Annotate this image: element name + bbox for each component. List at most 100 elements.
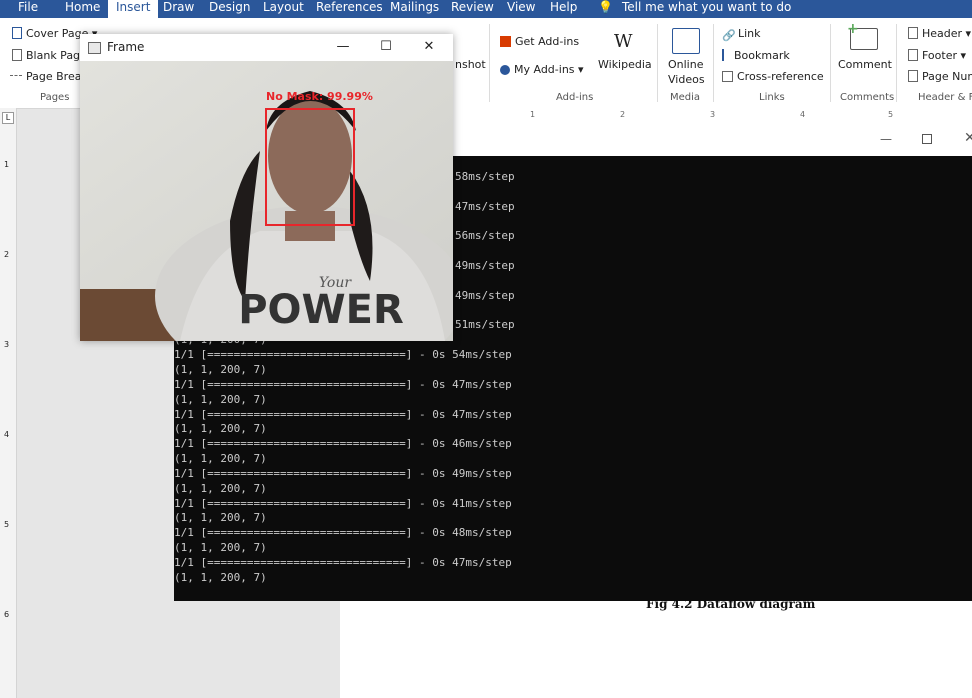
- console-line: 1/1 [==============================] - 0…: [174, 466, 512, 480]
- frame-titlebar[interactable]: Frame — ☐ ✕: [80, 34, 453, 61]
- cross-reference-button[interactable]: Cross-reference: [722, 70, 824, 83]
- console-line: (1, 1, 200, 7): [174, 541, 267, 555]
- my-addins-label: My Add-ins: [514, 63, 575, 76]
- cover-page-label: Cover Page: [26, 27, 89, 40]
- ruler-number: 4: [800, 110, 806, 119]
- footer-icon: [908, 49, 918, 61]
- group-links-label: Links: [759, 92, 785, 103]
- menu-home[interactable]: Home: [65, 0, 100, 18]
- ribbon-separator: [713, 24, 714, 102]
- menu-references[interactable]: References: [316, 0, 383, 18]
- console-line: (1, 1, 200, 7): [174, 452, 267, 466]
- detection-label: No Mask: 99.99%: [266, 90, 373, 103]
- header-button[interactable]: Header ▾: [908, 27, 971, 40]
- group-header-footer-label: Header & Fo: [918, 92, 972, 103]
- wikipedia-button[interactable]: Wikipedia: [598, 58, 652, 71]
- camera-feed: POWER Your No Mask: 99.99%: [80, 61, 453, 341]
- ribbon-separator: [896, 24, 897, 102]
- cross-reference-icon: [722, 71, 733, 82]
- page-number-button[interactable]: Page Num: [908, 70, 972, 83]
- bookmark-button[interactable]: Bookmark: [722, 49, 790, 62]
- menu-mailings[interactable]: Mailings: [390, 0, 439, 18]
- console-line: (1, 1, 200, 7): [174, 511, 267, 525]
- menu-design[interactable]: Design: [209, 0, 250, 18]
- menu-file[interactable]: File: [18, 0, 38, 18]
- comment-icon: +: [847, 21, 878, 50]
- maximize-icon[interactable]: ☐: [374, 38, 398, 56]
- link-label: Link: [738, 27, 761, 40]
- menu-review[interactable]: Review: [451, 0, 494, 18]
- cross-reference-label: Cross-reference: [737, 70, 824, 83]
- comment-button[interactable]: Comment: [838, 58, 892, 71]
- lightbulb-icon: 💡: [598, 0, 613, 14]
- wikipedia-icon: W: [614, 31, 633, 52]
- header-label: Header: [922, 27, 963, 40]
- shirt-script: Your: [319, 275, 352, 291]
- console-line: (1, 1, 200, 7): [174, 422, 267, 436]
- bookmark-label: Bookmark: [734, 49, 790, 62]
- blank-page-button[interactable]: Blank Page: [12, 49, 87, 62]
- ruler-number: 2: [620, 110, 626, 119]
- ruler-number: 4: [4, 430, 10, 439]
- plus-icon: +: [847, 21, 859, 37]
- page-break-label: Page Break: [26, 70, 88, 83]
- console-line: (1, 1, 200, 7): [174, 481, 267, 495]
- minimize-icon[interactable]: —: [331, 38, 355, 56]
- ruler-number: 6: [4, 610, 10, 619]
- blank-page-icon: [12, 49, 22, 61]
- footer-label: Footer: [922, 49, 957, 62]
- group-pages-label: Pages: [40, 92, 70, 103]
- link-button[interactable]: 🔗 Link: [722, 27, 761, 42]
- console-line: 1/1 [==============================] - 0…: [174, 348, 512, 362]
- close-icon[interactable]: ✕: [964, 130, 972, 146]
- console-line: (1, 1, 200, 7): [174, 362, 267, 376]
- online-videos-button[interactable]: Online: [668, 58, 703, 71]
- console-line: 1/1 [==============================] - 0…: [174, 496, 512, 510]
- online-videos-button-line2[interactable]: Videos: [668, 73, 705, 86]
- addins-icon: [500, 65, 510, 75]
- get-addins-label: Get Add-ins: [515, 35, 580, 48]
- ruler-number: 1: [4, 160, 10, 169]
- ribbon-separator: [830, 24, 831, 102]
- maximize-icon[interactable]: [922, 134, 932, 144]
- footer-button[interactable]: Footer ▾: [908, 49, 966, 62]
- page-number-icon: [908, 70, 918, 82]
- page-break-button[interactable]: Page Break: [10, 70, 88, 83]
- console-line: 1/1 [==============================] - 0…: [174, 437, 512, 451]
- bookmark-icon: [722, 49, 730, 61]
- ruler-number: 1: [530, 110, 536, 119]
- minimize-icon[interactable]: —: [880, 132, 892, 146]
- ruler-number: 5: [888, 110, 894, 119]
- console-line: 1/1 [==============================] - 0…: [174, 526, 512, 540]
- page-break-icon: [10, 75, 22, 82]
- close-icon[interactable]: ✕: [417, 38, 441, 56]
- menu-insert[interactable]: Insert: [108, 0, 159, 18]
- menu-bar: File Home Insert Draw Design Layout Refe…: [0, 0, 972, 18]
- frame-window[interactable]: Frame — ☐ ✕ POWER Your No Mask: 99.99%: [80, 34, 453, 341]
- blank-page-label: Blank Page: [26, 49, 87, 62]
- tab-selector[interactable]: L: [2, 112, 14, 124]
- menu-draw[interactable]: Draw: [163, 0, 194, 18]
- ruler-number: 2: [4, 250, 10, 259]
- ruler-number: 3: [710, 110, 716, 119]
- window-app-icon: [88, 42, 101, 54]
- console-line: (1, 1, 200, 7): [174, 392, 267, 406]
- menu-help[interactable]: Help: [550, 0, 577, 18]
- get-addins-button[interactable]: Get Add-ins: [500, 35, 579, 48]
- ruler-number: 5: [4, 520, 10, 529]
- group-media-label: Media: [670, 92, 701, 103]
- console-line: 1/1 [==============================] - 0…: [174, 555, 512, 569]
- console-line: 1/1 [==============================] - 0…: [174, 407, 512, 421]
- ribbon-separator: [489, 24, 490, 102]
- screenshot-button[interactable]: nshot: [455, 58, 486, 71]
- tell-me-search[interactable]: Tell me what you want to do: [622, 0, 791, 18]
- ribbon-separator: [657, 24, 658, 102]
- console-line: 1/1 [==============================] - 0…: [174, 377, 512, 391]
- menu-view[interactable]: View: [507, 0, 535, 18]
- cover-page-icon: [12, 27, 22, 39]
- console-titlebar[interactable]: — ✕: [454, 128, 972, 156]
- header-icon: [908, 27, 918, 39]
- vertical-ruler: L 1 2 3 4 5 6: [0, 108, 17, 698]
- my-addins-button[interactable]: My Add-ins ▾: [500, 63, 584, 76]
- menu-layout[interactable]: Layout: [263, 0, 304, 18]
